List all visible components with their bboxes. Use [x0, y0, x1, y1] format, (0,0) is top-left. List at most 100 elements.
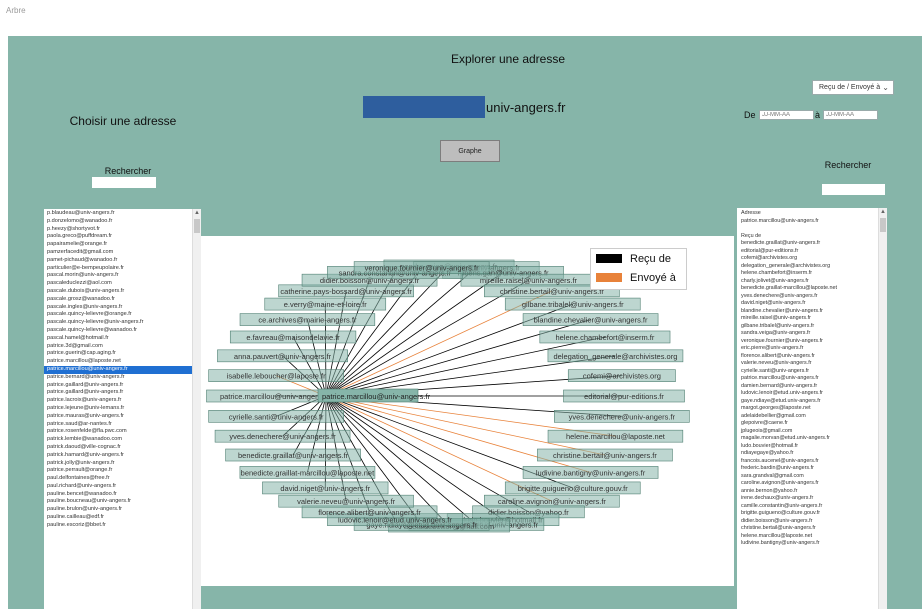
address-list-item[interactable]: patrick.daoud@ville-cognac.fr: [47, 444, 201, 452]
right-search-label: Rechercher: [824, 160, 872, 170]
address-list-item[interactable]: pauline.cailleau@edf.fr: [47, 514, 201, 522]
graph-node-label[interactable]: catherine.pays-bossard@univ-angers.fr: [280, 287, 412, 296]
address-list-item[interactable]: patrice.gaillard@univ-angers.fr: [47, 389, 201, 397]
address-list-item[interactable]: patrice.saud@ar-nantes.fr: [47, 421, 201, 429]
address-list-item[interactable]: patrice.perrault@orange.fr: [47, 467, 201, 475]
graph-node-label[interactable]: isabelle.leboucher@laposte.fr: [227, 372, 326, 381]
right-search-input[interactable]: [822, 184, 885, 195]
address-list-item[interactable]: patrick.lembie@wanadoo.com: [47, 436, 201, 444]
address-list-item[interactable]: p.blaudeau@univ-angers.fr: [47, 210, 201, 218]
details-list-item: adelaidebellier@gmail.com: [741, 412, 806, 419]
address-list-item[interactable]: patrice.rosenfelde@fla.pwc.com: [47, 428, 201, 436]
details-list-scrollbar[interactable]: ▲: [878, 208, 887, 609]
address-list-item[interactable]: pascale.dubois@univ-angers.fr: [47, 288, 201, 296]
graph-node-label[interactable]: helene.chambefort@inserm.fr: [555, 333, 654, 342]
details-list-item: irene.dechaux@univ-angers.fr: [741, 495, 814, 501]
address-list-item[interactable]: pamzerfacedit@gmail.com: [47, 249, 201, 257]
graph-node-label[interactable]: e.verry@maine-et-loire.fr: [284, 300, 368, 309]
graph-center-label[interactable]: patrice.marcillou@univ-angers.fr: [322, 392, 431, 401]
graph-node-label[interactable]: patrice.marcillou@univ-angers.fr: [220, 392, 329, 401]
address-list-item[interactable]: pauline.boucneau@univ-angers.fr: [47, 498, 201, 506]
details-list-item: benedicte.graillat-marcillou@laposte.net: [741, 285, 837, 291]
direction-select[interactable]: Reçu de / Envoyé à ⌄: [812, 80, 894, 95]
details-list-item: didier.boisson@univ-angers.fr: [741, 517, 813, 524]
address-list-item[interactable]: pascal.morin@univ-angers.fr: [47, 272, 201, 280]
graph-node-label[interactable]: caroline.avignon@univ-angers.fr: [498, 497, 607, 506]
address-list[interactable]: p.blaudeau@univ-angers.fr p.donzelomo@wan…: [44, 209, 201, 609]
date-to-input[interactable]: [823, 110, 878, 120]
address-list-item[interactable]: patrice.guerin@cap.aging.fr: [47, 350, 201, 358]
address-list-item[interactable]: paul.richard@univ-angers.fr: [47, 483, 201, 491]
address-list-scrollbar[interactable]: ▲: [192, 209, 201, 609]
details-list-item: gaye.ndiaye@etud.univ-angers.fr: [741, 397, 821, 404]
details-list[interactable]: Adresse patrice.marcillou@univ-angers.fr R…: [737, 208, 887, 609]
address-list-item[interactable]: pascale.quincy-lelievre@univ-angers.fr: [47, 319, 201, 327]
address-list-item[interactable]: paul.delfontaines@free.fr: [47, 475, 201, 483]
date-from-input[interactable]: [759, 110, 814, 120]
address-list-item[interactable]: patrice.bernard@univ-angers.fr: [47, 374, 201, 382]
address-list-item[interactable]: pascaleduclezzi@aol.com: [47, 280, 201, 288]
graph-node-label[interactable]: yves.denechere@univ-angers.fr: [569, 412, 676, 421]
address-list-item[interactable]: pauline.bencet@wanadoo.fr: [47, 491, 201, 499]
graph-node-label[interactable]: christine.bertail@univ-angers.fr: [500, 287, 604, 296]
graph-node-label[interactable]: ludivine.bantigny@univ-angers.fr: [536, 468, 646, 477]
scroll-thumb[interactable]: [194, 219, 200, 233]
graph-node-label[interactable]: mireille.raisel@univ-angers.fr: [480, 276, 578, 285]
graph-node-label[interactable]: cofemi@archivistes.org: [583, 372, 661, 381]
details-list-item: veronique.fournier@univ-angers.fr: [741, 337, 823, 344]
address-list-item[interactable]: pamet-pichaud@wanadoo.fr: [47, 257, 201, 265]
address-list-item[interactable]: patrick.jolly@univ-angers.fr: [47, 460, 201, 468]
address-list-item[interactable]: patrice.3d@gmail.com: [47, 343, 201, 351]
graph-node-label[interactable]: delegation_generale@archivistes.org: [553, 352, 677, 361]
address-list-item[interactable]: pascale.grosz@wanadoo.fr: [47, 296, 201, 304]
graph-node-label[interactable]: e.favreau@maisondelavie.fr: [246, 333, 340, 342]
address-list-item[interactable]: pauline.escoriz@bbet.fr: [47, 522, 201, 530]
scroll-thumb[interactable]: [880, 218, 886, 232]
graph-node-label[interactable]: yves.denechere@univ-angers.fr: [229, 432, 336, 441]
graph-button[interactable]: Graphe: [440, 140, 500, 162]
graph-node-label[interactable]: brigitte.guigueno@culture.gouv.fr: [518, 484, 629, 493]
graph-node-label[interactable]: anna.pauvert@univ-angers.fr: [234, 352, 332, 361]
graph-node-label[interactable]: blandine.chevalier@univ-angers.fr: [534, 316, 648, 325]
graph-node-label[interactable]: gilbane.tribalel@univ-angers.fr: [522, 300, 624, 309]
address-list-item[interactable]: pauline.brulon@univ-angers.fr: [47, 506, 201, 514]
address-list-item[interactable]: pascale.quincy-lelievre@orange.fr: [47, 311, 201, 319]
graph-node-label[interactable]: editorial@pur-editions.fr: [584, 392, 664, 401]
address-list-item[interactable]: p.donzelomo@wanadoo.fr: [47, 218, 201, 226]
left-search-label: Rechercher: [104, 166, 152, 176]
details-list-item: patrice.marcillou@univ-angers.fr: [741, 217, 819, 224]
graph-node-label[interactable]: david.niget@univ-angers.fr: [280, 484, 370, 493]
graph-node-label[interactable]: benedicte.graillat-marcillou@laposte.net: [241, 468, 375, 477]
details-list-item: frederic.bardin@univ-angers.fr: [741, 465, 814, 471]
graph-node-label[interactable]: ce.archives@mairie-angers.fr: [258, 316, 357, 325]
address-list-item[interactable]: patrice.marcillou@laposte.net: [47, 358, 201, 366]
address-list-item[interactable]: patrice.marcillou@univ-angers.fr: [44, 365, 193, 374]
details-list-item: david.niget@univ-angers.fr: [741, 300, 806, 306]
left-search-input[interactable]: [92, 177, 156, 188]
scroll-up-icon[interactable]: ▲: [193, 209, 201, 217]
graph-node-label[interactable]: veronique.fournier@univ-angers.fr: [365, 264, 479, 273]
address-list-item[interactable]: pascal.hamel@hotmail.fr: [47, 335, 201, 343]
address-list-item[interactable]: particulier@e-bempeupolaire.fr: [47, 265, 201, 273]
details-list-item: brigitte.guigueno@culture.gouv.fr: [741, 510, 821, 516]
address-list-item[interactable]: p.heezy@shortyvot.fr: [47, 226, 201, 234]
address-list-item[interactable]: patrice.mauras@univ-angers.fr: [47, 413, 201, 421]
graph-node-label[interactable]: helene.marcillou@laposte.net: [566, 432, 666, 441]
scroll-up-icon[interactable]: ▲: [879, 208, 887, 216]
address-list-item[interactable]: patrice.lejeune@univ-lemans.fr: [47, 405, 201, 413]
graph-node-label[interactable]: christine.bertail@univ-angers.fr: [553, 451, 657, 460]
address-list-item[interactable]: patrice.lacroix@univ-angers.fr: [47, 397, 201, 405]
graph-node-label[interactable]: valerie.neveu@univ-angers.fr: [297, 497, 396, 506]
address-list-item[interactable]: patrice.gaillard@univ-angers.fr: [47, 382, 201, 390]
legend-entry-received: Reçu de: [591, 249, 686, 268]
address-list-item[interactable]: pascale.quincy-lelievre@wanadoo.fr: [47, 327, 201, 335]
details-list-item: benedicte.graillat@univ-angers.fr: [741, 240, 821, 246]
address-list-item[interactable]: papairamelie@orange.fr: [47, 241, 201, 249]
details-list-item: sara.grandval@gmail.com: [741, 472, 804, 479]
address-list-item[interactable]: pascale.ingles@univ-angers.fr: [47, 304, 201, 312]
graph-node-label[interactable]: benedicte.graillat@univ-angers.fr: [238, 451, 349, 460]
address-list-item[interactable]: paola.greco@puffdream.fr: [47, 233, 201, 241]
address-list-item[interactable]: patrick.hamard@univ-angers.fr: [47, 452, 201, 460]
graph-node-label[interactable]: florence.alibert@univ-angers.fr: [318, 508, 421, 517]
graph-node-label[interactable]: cyrielle.santi@univ-angers.fr: [229, 412, 324, 421]
